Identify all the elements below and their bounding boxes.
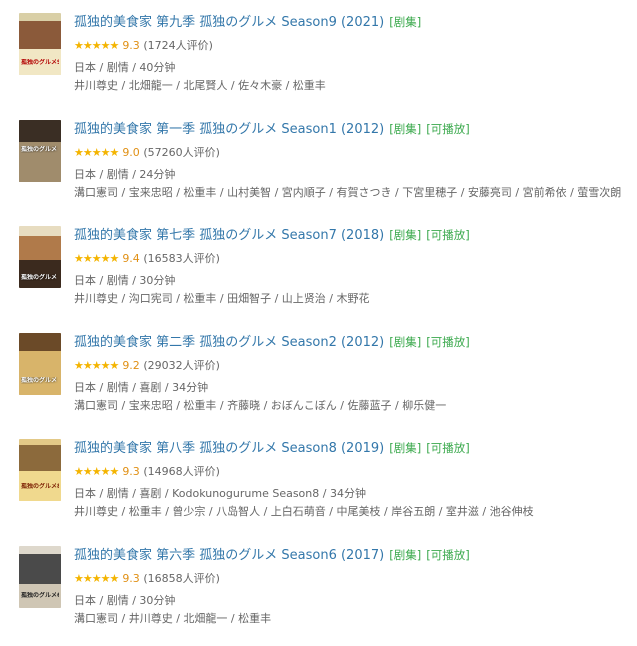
title-link[interactable]: 孤独的美食家 第二季 孤独のグルメ Season2 (2012) [74,335,384,350]
cast-list: 井川尊史 / 北畑龍一 / 北尾賢人 / 佐々木豪 / 松重丰 [74,79,326,92]
meta-info: 日本 / 剧情 / 30分钟 [74,274,176,287]
cast-list: 溝口憲司 / 宝来忠昭 / 松重丰 / 齐藤晓 / おぼんこぼん / 佐藤蓝子 … [74,399,447,412]
poster-image[interactable]: 孤独のグルメ [19,333,61,395]
list-item: 孤独のグルメ8 孤独的美食家 第八季 孤独のグルメ Season8 (2019)… [0,439,637,539]
list-item: 孤独のグルメ 孤独的美食家 第二季 孤独のグルメ Season2 (2012) [… [0,333,637,433]
cast-list: 溝口憲司 / 井川尊史 / 北畑龍一 / 松重丰 [74,612,272,625]
rating-stars-icon: ★★★★★ [74,146,119,159]
tag-playable[interactable]: [可播放] [426,335,469,349]
tag-series[interactable]: [剧集] [389,441,421,455]
cast-list: 井川尊史 / 松重丰 / 曾少宗 / 八岛智人 / 上白石萌音 / 中尾美枝 /… [74,505,534,518]
poster-image[interactable]: 孤独のグルメ [19,120,61,182]
rating-count: (16583人评价) [143,252,220,265]
list-item: 孤独のグルメ 孤独的美食家 第一季 孤独のグルメ Season1 (2012) [… [0,120,637,220]
list-item: 孤独のグルメ 孤独的美食家 第七季 孤独のグルメ Season7 (2018) [… [0,226,637,326]
title-link[interactable]: 孤独的美食家 第八季 孤独のグルメ Season8 (2019) [74,441,384,456]
meta-info: 日本 / 剧情 / 30分钟 [74,594,176,607]
poster-caption: 孤独のグルメ [21,146,58,153]
rating-count: (1724人评价) [143,39,213,52]
rating-count: (29032人评价) [143,359,220,372]
rating-stars-icon: ★★★★★ [74,465,119,478]
tag-playable[interactable]: [可播放] [426,228,469,242]
tag-series[interactable]: [剧集] [389,122,421,136]
poster-image[interactable]: 孤独のグルメ9 [19,13,61,75]
tag-playable[interactable]: [可播放] [426,441,469,455]
tag-series[interactable]: [剧集] [389,228,421,242]
title-link[interactable]: 孤独的美食家 第九季 孤独のグルメ Season9 (2021) [74,15,384,30]
rating-count: (57260人评价) [143,146,220,159]
poster-caption: 孤独のグルメ6 [21,592,59,599]
score: 9.3 [122,39,140,52]
score: 9.3 [122,572,140,585]
poster-caption: 孤独のグルメ9 [21,59,59,66]
poster-image[interactable]: 孤独のグルメ [19,226,61,288]
list-item: 孤独のグルメ9 孤独的美食家 第九季 孤独のグルメ Season9 (2021)… [0,13,637,113]
tag-series[interactable]: [剧集] [389,548,421,562]
poster-caption: 孤独のグルメ [21,274,58,281]
meta-info: 日本 / 剧情 / 24分钟 [74,168,176,181]
poster-caption: 孤独のグルメ [21,377,58,384]
title-link[interactable]: 孤独的美食家 第一季 孤独のグルメ Season1 (2012) [74,122,384,137]
title-link[interactable]: 孤独的美食家 第七季 孤独のグルメ Season7 (2018) [74,228,384,243]
score: 9.2 [122,359,140,372]
rating-stars-icon: ★★★★★ [74,252,119,265]
meta-info: 日本 / 剧情 / 40分钟 [74,61,176,74]
poster-caption: 孤独のグルメ8 [21,483,59,490]
rating-stars-icon: ★★★★★ [74,39,119,52]
score: 9.4 [122,252,140,265]
rating-stars-icon: ★★★★★ [74,572,119,585]
score: 9.0 [122,146,140,159]
list-item: 孤独のグルメ6 孤独的美食家 第六季 孤独のグルメ Season6 (2017)… [0,546,637,646]
poster-image[interactable]: 孤独のグルメ6 [19,546,61,608]
rating-stars-icon: ★★★★★ [74,359,119,372]
poster-image[interactable]: 孤独のグルメ8 [19,439,61,501]
rating-count: (16858人评价) [143,572,220,585]
rating-count: (14968人评价) [143,465,220,478]
score: 9.3 [122,465,140,478]
tag-playable[interactable]: [可播放] [426,122,469,136]
tag-series[interactable]: [剧集] [389,15,421,29]
title-link[interactable]: 孤独的美食家 第六季 孤独のグルメ Season6 (2017) [74,548,384,563]
cast-list: 井川尊史 / 沟口宪司 / 松重丰 / 田畑智子 / 山上贤治 / 木野花 [74,292,370,305]
tag-playable[interactable]: [可播放] [426,548,469,562]
cast-list: 溝口憲司 / 宝来忠昭 / 松重丰 / 山村美智 / 宮内順子 / 有賀さつき … [74,186,622,199]
meta-info: 日本 / 剧情 / 喜剧 / Kodokunogurume Season8 / … [74,487,366,500]
meta-info: 日本 / 剧情 / 喜剧 / 34分钟 [74,381,209,394]
tag-series[interactable]: [剧集] [389,335,421,349]
